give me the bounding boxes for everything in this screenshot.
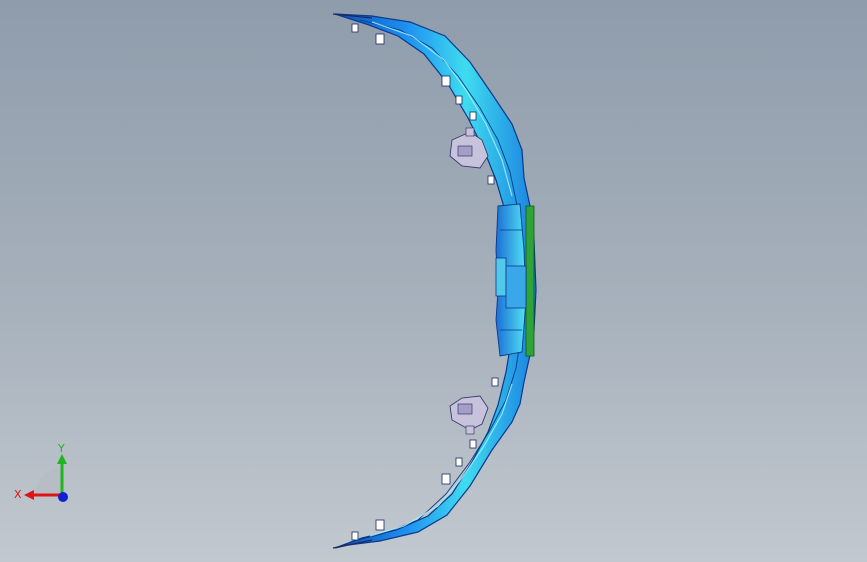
lower-headlamp-bracket	[449, 395, 489, 435]
graphics-viewport[interactable]: Y X	[0, 0, 867, 562]
center-block	[505, 265, 527, 309]
y-axis-arrowhead	[57, 454, 67, 464]
x-axis-label: X	[14, 488, 22, 501]
y-axis-label: Y	[57, 442, 65, 455]
triad-quadrant-shade	[35, 468, 62, 495]
bumper-model[interactable]	[0, 0, 867, 562]
z-axis-dot	[58, 492, 68, 502]
center-tab	[495, 257, 507, 297]
coordinate-triad[interactable]: Y X	[10, 440, 80, 510]
x-axis-arrowhead	[24, 490, 34, 500]
green-grille-strip	[525, 205, 535, 357]
